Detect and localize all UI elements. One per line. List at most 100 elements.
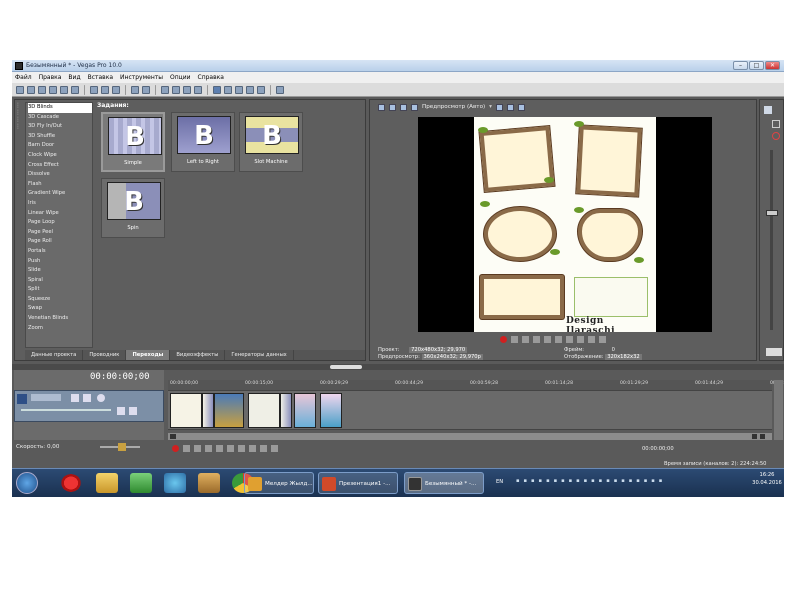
transition-list-item[interactable]: Gradient Wipe xyxy=(28,189,92,199)
tab-media-generators[interactable]: Генераторы данных xyxy=(225,350,294,360)
go-to-end-button[interactable] xyxy=(577,336,584,343)
timeline-clip[interactable] xyxy=(170,393,202,428)
save-icon[interactable] xyxy=(38,85,46,94)
close-button[interactable]: ✕ xyxy=(765,61,780,70)
help-icon[interactable] xyxy=(276,85,284,94)
transition-list-item[interactable]: Squeeze xyxy=(28,295,92,305)
transition-list-item[interactable]: Dissolve xyxy=(28,170,92,180)
media-icon[interactable] xyxy=(130,473,152,493)
copy-icon[interactable] xyxy=(101,85,109,94)
copy-snapshot-icon[interactable] xyxy=(506,103,514,111)
normal-edit-tool-icon[interactable] xyxy=(213,85,221,94)
snap-icon[interactable] xyxy=(161,85,169,94)
player-icon[interactable] xyxy=(164,473,186,493)
tab-transitions[interactable]: Переходы xyxy=(126,350,171,360)
scroll-left-icon[interactable] xyxy=(170,434,176,439)
timeline-clip[interactable] xyxy=(248,393,280,428)
transition-list-item[interactable]: Clock Wipe xyxy=(28,151,92,161)
transition-clip[interactable] xyxy=(202,393,214,428)
transition-list-item[interactable]: Barn Door xyxy=(28,141,92,151)
transition-list-item[interactable]: Page Peel xyxy=(28,228,92,238)
undo-icon[interactable] xyxy=(131,85,139,94)
timeline-horizontal-scrollbar[interactable] xyxy=(168,433,772,440)
menu-file[interactable]: Файл xyxy=(15,72,32,83)
fx-icon[interactable] xyxy=(400,103,407,111)
split-icon[interactable] xyxy=(257,85,265,94)
transition-list-item[interactable]: Flash xyxy=(28,180,92,190)
stop-button[interactable] xyxy=(227,445,234,452)
windows-start-icon[interactable] xyxy=(16,472,38,494)
transition-list-item[interactable]: Zoom xyxy=(28,324,92,334)
lock-envelopes-icon[interactable] xyxy=(194,85,202,94)
time-ruler[interactable]: 00:00:00;00 00:00:15;00 00:00:29;29 00:00:4… xyxy=(168,380,784,390)
next-frame-button[interactable] xyxy=(599,336,606,343)
taskbar-clock[interactable]: 16:26 30.04.2016 xyxy=(750,471,784,487)
save-as-icon[interactable] xyxy=(49,85,57,94)
record-button[interactable] xyxy=(500,336,507,343)
external-monitor-icon[interactable] xyxy=(389,103,396,111)
transition-list-item[interactable]: Iris xyxy=(28,199,92,209)
auto-crossfade-icon[interactable] xyxy=(172,85,180,94)
go-to-start-button[interactable] xyxy=(566,336,573,343)
selection-tool-icon[interactable] xyxy=(235,85,243,94)
properties-icon[interactable] xyxy=(71,85,79,94)
prev-frame-button[interactable] xyxy=(588,336,595,343)
transition-list-item[interactable]: Page Loop xyxy=(28,218,92,228)
go-to-end-button[interactable] xyxy=(249,445,256,452)
transition-clip[interactable] xyxy=(280,393,292,428)
play-from-start-button[interactable] xyxy=(522,336,529,343)
pause-button[interactable] xyxy=(216,445,223,452)
preset-slot-machine[interactable]: B Slot Machine xyxy=(239,112,303,172)
menu-help[interactable]: Справка xyxy=(198,72,224,83)
transition-list-item[interactable]: 3D Blinds xyxy=(28,103,92,113)
transition-list-item[interactable]: Portals xyxy=(28,247,92,257)
timeline-clip[interactable] xyxy=(294,393,316,428)
envelope-tool-icon[interactable] xyxy=(224,85,232,94)
transition-list-item[interactable]: Linear Wipe xyxy=(28,209,92,219)
track-motion-icon[interactable] xyxy=(71,394,79,402)
new-project-icon[interactable] xyxy=(16,85,24,94)
preview-quality-select[interactable]: Предпросмотр (Авто) xyxy=(422,104,485,110)
dim-icon[interactable] xyxy=(772,120,780,128)
pause-button[interactable] xyxy=(544,336,551,343)
dock-grip[interactable]: ⋮ ⋮ ⋮ ⋮ xyxy=(15,102,21,360)
transition-list-item[interactable]: Slide xyxy=(28,266,92,276)
loop-button[interactable] xyxy=(183,445,190,452)
split-screen-icon[interactable] xyxy=(411,103,418,111)
mute-icon[interactable] xyxy=(117,407,125,415)
tab-project-media[interactable]: Данные проекта xyxy=(25,350,84,360)
play-from-start-button[interactable] xyxy=(194,445,201,452)
taskbar-window-chrome[interactable]: Мелдер Жылд... xyxy=(244,472,314,494)
paint-icon[interactable] xyxy=(198,473,220,493)
track-name-field[interactable] xyxy=(31,394,61,401)
solo-icon[interactable] xyxy=(129,407,137,415)
preset-simple[interactable]: B Simple xyxy=(101,112,165,172)
level-slider[interactable] xyxy=(21,409,111,411)
zoom-tool-icon[interactable] xyxy=(246,85,254,94)
language-indicator[interactable]: EN xyxy=(496,479,503,485)
transition-list-item[interactable]: Split xyxy=(28,285,92,295)
transition-list-item[interactable]: Push xyxy=(28,257,92,267)
tab-explorer[interactable]: Проводник xyxy=(83,350,127,360)
transition-list-item[interactable]: Venetian Blinds xyxy=(28,314,92,324)
transition-list-item[interactable]: Page Roll xyxy=(28,237,92,247)
menu-edit[interactable]: Правка xyxy=(39,72,62,83)
open-icon[interactable] xyxy=(27,85,35,94)
project-properties-icon[interactable] xyxy=(378,103,385,111)
tab-video-fx[interactable]: Видеоэффекты xyxy=(170,350,226,360)
auto-ripple-icon[interactable] xyxy=(183,85,191,94)
loop-button[interactable] xyxy=(511,336,518,343)
prev-frame-button[interactable] xyxy=(260,445,267,452)
tray-icons[interactable]: ▪▪▪▪▪▪▪▪▪▪▪▪▪▪▪▪▪▪▪▪ xyxy=(516,478,666,484)
timeline-vertical-scrollbar[interactable] xyxy=(774,380,783,440)
timeline-clip[interactable] xyxy=(214,393,244,428)
paste-icon[interactable] xyxy=(112,85,120,94)
save-snapshot-icon[interactable] xyxy=(517,103,525,111)
zoom-out-icon[interactable] xyxy=(760,434,765,439)
master-volume-fader[interactable] xyxy=(766,210,778,216)
rate-slider-thumb[interactable] xyxy=(118,443,126,451)
taskbar-window-powerpoint[interactable]: Презентация1 -... xyxy=(318,472,398,494)
preset-left-to-right[interactable]: B Left to Right xyxy=(171,112,235,172)
overlays-icon[interactable] xyxy=(495,103,503,111)
render-icon[interactable] xyxy=(60,85,68,94)
